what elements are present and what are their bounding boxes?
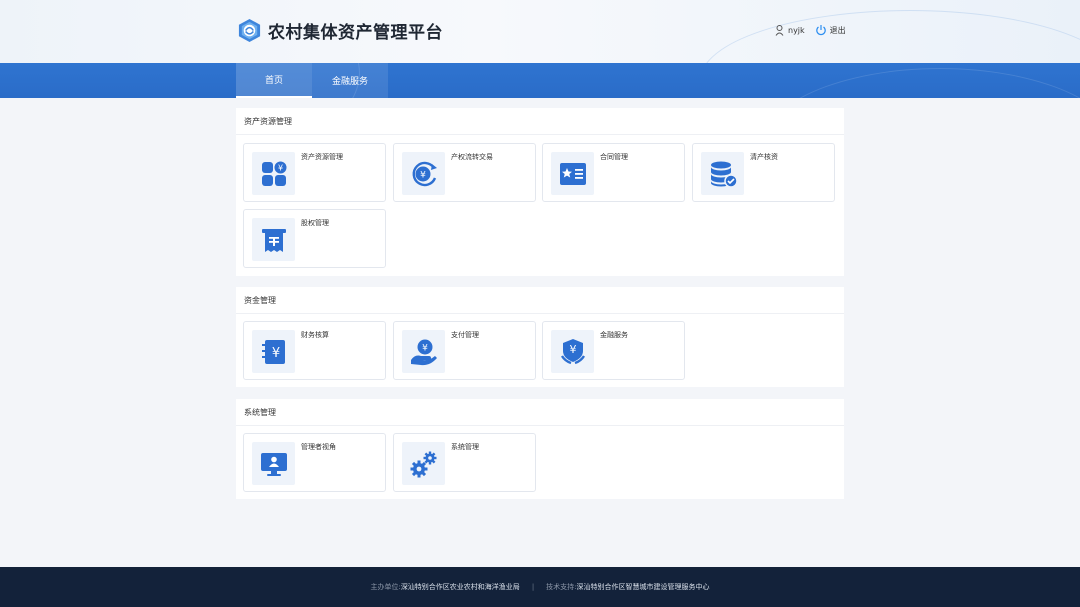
header-decoration [700, 10, 1080, 63]
footer-tech-value: 深汕特别合作区智慧城市建设管理服务中心 [576, 583, 710, 591]
card-financial-accounting[interactable]: ¥ 财务核算 [243, 321, 386, 380]
card-label: 股权管理 [301, 219, 329, 227]
card-label: 清产核资 [750, 153, 778, 161]
svg-text:¥: ¥ [422, 343, 428, 353]
svg-text:¥: ¥ [420, 170, 426, 180]
card-icon-box: ¥ [551, 330, 594, 373]
gears-icon [410, 451, 436, 477]
section-asset-resource: 资产资源管理 ¥ 资产资源管理 ¥ 产权流转交易 合同管理 清产核资 股权管理 [236, 108, 844, 276]
card-label: 金融服务 [600, 331, 628, 339]
card-label: 产权流转交易 [451, 153, 493, 161]
card-payment-management[interactable]: ¥ 支付管理 [393, 321, 536, 380]
platform-logo-icon [238, 18, 261, 43]
card-icon-box [252, 442, 295, 485]
hand-coin-icon: ¥ [410, 339, 437, 365]
shield-yen-icon: ¥ [560, 338, 585, 364]
card-icon-box: ¥ [402, 330, 445, 373]
tab-finance-service[interactable]: 金融服务 [312, 63, 388, 98]
card-label: 资产资源管理 [301, 153, 343, 161]
card-manager-view[interactable]: 管理者视角 [243, 433, 386, 492]
nav-tabs: 首页 金融服务 [236, 63, 388, 98]
card-finance-service[interactable]: ¥ 金融服务 [542, 321, 685, 380]
card-asset-resource-management[interactable]: ¥ 资产资源管理 [243, 143, 386, 202]
grid-yen-icon: ¥ [261, 161, 286, 186]
receipt-icon [261, 228, 286, 252]
power-icon [815, 25, 826, 36]
card-icon-box: ¥ [252, 152, 295, 195]
card-icon-box: ¥ [402, 152, 445, 195]
card-asset-verification[interactable]: 清产核资 [692, 143, 835, 202]
footer-tech-label: 技术支持: [546, 583, 577, 591]
footer-host-value: 深汕特别合作区农业农村和海洋渔业局 [400, 583, 520, 591]
card-label: 支付管理 [451, 331, 479, 339]
card-label: 合同管理 [600, 153, 628, 161]
section-title: 系统管理 [236, 399, 844, 426]
contract-card-icon [559, 162, 586, 185]
logout-button[interactable]: 退出 [805, 24, 846, 36]
card-label: 财务核算 [301, 331, 329, 339]
brand: 农村集体资产管理平台 [237, 18, 443, 43]
section-fund-management: 资金管理 ¥ 财务核算 ¥ 支付管理 ¥ 金融服务 [236, 287, 844, 387]
section-title: 资产资源管理 [236, 108, 844, 135]
svg-text:¥: ¥ [271, 346, 279, 361]
svg-text:¥: ¥ [277, 163, 282, 172]
username[interactable]: nyjk [788, 26, 805, 35]
card-icon-box [551, 152, 594, 195]
card-icon-box [701, 152, 744, 195]
svg-text:¥: ¥ [569, 343, 576, 356]
card-icon-box: ¥ [252, 330, 295, 373]
main-nav: 首页 金融服务 [0, 63, 1080, 98]
page-title: 农村集体资产管理平台 [268, 23, 443, 43]
card-equity-management[interactable]: 股权管理 [243, 209, 386, 268]
card-label: 管理者视角 [301, 443, 336, 451]
database-check-icon [710, 161, 738, 188]
logout-label: 退出 [829, 25, 846, 35]
section-title: 资金管理 [236, 287, 844, 314]
card-contract-management[interactable]: 合同管理 [542, 143, 685, 202]
footer-separator: | [531, 583, 535, 591]
user-icon [775, 24, 784, 36]
monitor-user-icon [260, 452, 287, 476]
user-area: nyjk 退出 [775, 24, 846, 36]
card-label: 系统管理 [451, 443, 479, 451]
card-icon-box [252, 218, 295, 261]
footer-host-label: 主办单位: [370, 583, 401, 591]
tab-home[interactable]: 首页 [236, 63, 312, 98]
card-icon-box [402, 442, 445, 485]
card-property-rights-transfer[interactable]: ¥ 产权流转交易 [393, 143, 536, 202]
nav-decoration [760, 68, 1080, 98]
card-system-management[interactable]: 系统管理 [393, 433, 536, 492]
top-header: 农村集体资产管理平台 nyjk 退出 [0, 0, 1080, 63]
footer: 主办单位: 深汕特别合作区农业农村和海洋渔业局 | 技术支持: 深汕特别合作区智… [0, 567, 1080, 607]
ledger-yen-icon: ¥ [261, 339, 285, 364]
yen-cycle-icon: ¥ [412, 161, 437, 186]
section-system-management: 系统管理 管理者视角 系统管理 [236, 399, 844, 499]
